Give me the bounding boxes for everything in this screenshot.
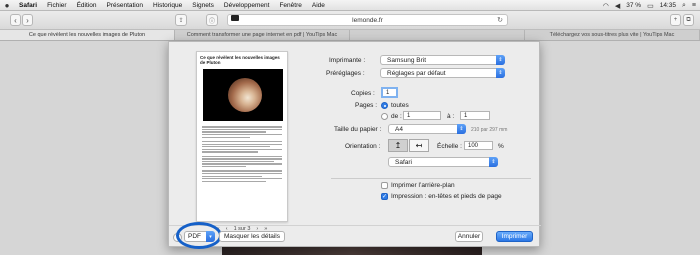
pages-from-label: de : [391,113,402,120]
dialog-footer: ? PDF ▾ Masquer les détails Annuler Impr… [169,222,541,249]
menu-aide[interactable]: Aide [307,2,330,9]
paper-size-label: Taille du papier : [334,126,382,133]
menu-safari[interactable]: Safari [14,2,42,9]
printer-value: Samsung Brit [387,56,427,64]
site-favicon-icon [231,15,239,21]
paper-dimensions: 210 par 297 mm [471,127,508,133]
pluto-image [228,78,262,112]
landscape-icon: ↤ [415,141,423,150]
tab-pluton[interactable]: Ce que révèlent les nouvelles images de … [0,30,175,40]
pages-to-label: à : [447,113,455,120]
pages-all-label: toutes [391,102,409,109]
chevron-updown-icon: ⇕ [457,124,466,134]
cancel-label: Annuler [457,233,481,240]
presets-select[interactable]: Réglages par défaut ⇕ [380,68,505,78]
section-divider [331,178,531,179]
app-section-value: Safari [395,158,412,166]
hide-details-button[interactable]: Masquer les détails [219,231,285,242]
pages-label: Pages : [355,102,378,109]
battery-percent[interactable]: 37 % [626,2,641,9]
portrait-icon: ↥ [394,141,402,150]
tab-overview-button[interactable]: ⧉ [683,14,694,26]
scale-unit: % [498,143,504,150]
back-button[interactable]: ‹ [10,14,21,26]
menu-presentation[interactable]: Présentation [101,2,148,9]
tab-youtips-subtitles[interactable]: Téléchargez vos sous-titres plus vite | … [525,30,700,40]
share-button[interactable]: ⇪ [175,14,187,26]
menu-historique[interactable]: Historique [148,2,187,9]
printer-label: Imprimante : [329,57,366,64]
paper-size-select[interactable]: A4 ⇕ [388,124,466,134]
pages-range-radio[interactable] [381,113,388,120]
scale-input[interactable]: 100 [464,141,493,150]
tab-youtips-pdf[interactable]: Comment transformer une page internet en… [175,30,350,40]
headers-footers-checkbox[interactable]: ✓ [381,193,388,200]
copies-label: Copies : [351,90,375,97]
battery-icon[interactable]: ▭ [647,2,654,10]
status-area: ◠ ◀ 37 % ▭ 14:35 ⌕ ≡ [603,0,696,11]
tab-label: Ce que révèlent les nouvelles images de … [28,32,146,38]
browser-toolbar: ‹ › ⇪ ⓘ lemonde.fr ↻ + ⧉ [0,11,700,29]
headers-footers-label: Impression : en-têtes et pieds de page [391,193,502,200]
chevron-updown-icon: ⇕ [496,55,505,65]
wifi-icon[interactable]: ◠ [603,2,609,10]
menu-fenetre[interactable]: Fenêtre [274,2,306,9]
notifications-icon[interactable]: ≡ [692,2,696,9]
menu-signets[interactable]: Signets [187,2,219,9]
scale-label: Échelle : [437,143,462,150]
reload-icon[interactable]: ↻ [497,16,503,24]
spotlight-icon[interactable]: ⌕ [682,2,686,10]
print-background-label: Imprimer l’arrière-plan [391,182,455,189]
preview-image [203,69,283,121]
new-tab-button[interactable]: + [670,14,681,26]
tab-label: Comment transformer une page internet en… [186,32,338,38]
copies-value: 1 [386,89,390,96]
printer-select[interactable]: Samsung Brit ⇕ [380,55,505,65]
paper-size-value: A4 [395,125,403,133]
pages-to-input[interactable]: 1 [460,111,490,120]
copies-input[interactable]: 1 [381,87,398,98]
print-label: Imprimer [501,233,528,240]
print-background-checkbox[interactable] [381,182,388,189]
reader-button[interactable]: ⓘ [206,14,218,26]
volume-icon[interactable]: ◀ [615,2,620,10]
url-text: lemonde.fr [352,16,383,24]
forward-button[interactable]: › [22,14,33,26]
tab-label: Téléchargez vos sous-titres plus vite | … [549,32,675,38]
pages-from-value: 1 [407,112,411,119]
orientation-label: Orientation : [345,143,381,150]
presets-label: Préréglages : [326,70,365,77]
pages-from-input[interactable]: 1 [403,111,441,120]
menu-edition[interactable]: Édition [72,2,102,9]
chevron-updown-icon: ⇕ [496,68,505,78]
presets-value: Réglages par défaut [387,69,446,77]
print-dialog: Ce que révèlent les nouvelles images de … [168,41,541,249]
address-bar[interactable]: lemonde.fr ↻ [227,14,508,26]
clock[interactable]: 14:35 [660,2,676,9]
landscape-orientation-button[interactable]: ↤ [409,139,429,152]
portrait-orientation-button[interactable]: ↥ [388,139,408,152]
pages-to-value: 1 [464,112,468,119]
menu-developpement[interactable]: Développement [219,2,275,9]
app-section-select[interactable]: Safari ⇕ [388,157,498,167]
preview-text-lines [197,123,287,185]
tab-bar: Ce que révèlent les nouvelles images de … [0,29,700,41]
hide-details-label: Masquer les détails [224,233,280,240]
scale-value: 100 [468,142,479,149]
pdf-highlight-circle [176,222,222,249]
pages-all-radio[interactable] [381,102,388,109]
tab-empty[interactable] [350,30,525,40]
apple-menu-icon[interactable]: ● [0,1,14,10]
menu-fichier[interactable]: Fichier [42,2,72,9]
menu-bar: ● Safari Fichier Édition Présentation Hi… [0,0,700,11]
cancel-button[interactable]: Annuler [455,231,483,242]
preview-title: Ce que révèlent les nouvelles images de … [200,55,280,65]
print-preview: Ce que révèlent les nouvelles images de … [196,51,288,222]
chevron-updown-icon: ⇕ [489,157,498,167]
print-button[interactable]: Imprimer [496,231,533,242]
